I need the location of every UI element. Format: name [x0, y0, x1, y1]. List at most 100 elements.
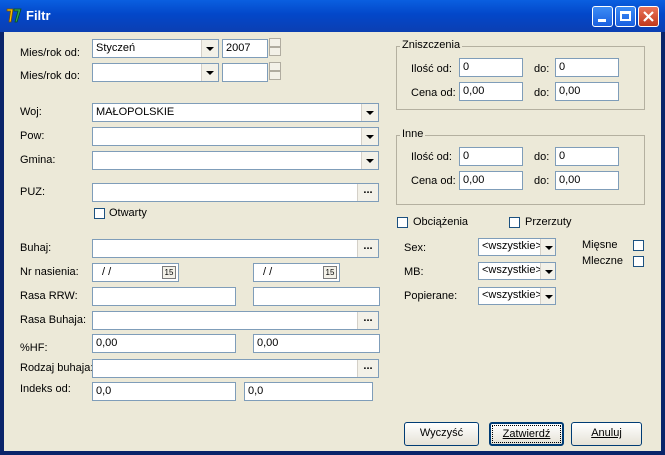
przerzuty-label: Przerzuty: [525, 216, 572, 228]
obciazenia-label: Obciążenia: [413, 216, 469, 228]
rasa-rrw-input-2[interactable]: [253, 287, 380, 306]
mleczne-label: Mleczne: [582, 255, 623, 267]
buhaj-browse-button[interactable]: ...: [357, 240, 378, 257]
miesne-checkbox[interactable]: [633, 240, 644, 251]
inne-ilosc-do-input[interactable]: 0: [555, 147, 619, 166]
maximize-button[interactable]: [615, 6, 636, 27]
puz-label: PUZ:: [20, 186, 46, 198]
zatwierdz-button[interactable]: Zatwierdź: [489, 422, 564, 446]
nr-nasienia-label: Nr nasienia:: [20, 266, 79, 278]
zniszczenia-ilosc-do-label: do:: [534, 63, 550, 75]
woj-value: MAŁOPOLSKIE: [96, 106, 175, 118]
otwarty-checkbox[interactable]: [94, 208, 105, 219]
buhaj-label: Buhaj:: [20, 242, 52, 254]
minimize-button[interactable]: [592, 6, 613, 27]
zniszczenia-cena-do-input[interactable]: 0,00: [555, 82, 619, 101]
nr-nasienia-date-from[interactable]: / / 15: [92, 263, 179, 282]
indeks-input-2[interactable]: 0,0: [244, 382, 373, 401]
chevron-down-icon[interactable]: [201, 64, 218, 81]
popierane-select[interactable]: <wszystkie>: [478, 287, 556, 305]
obciazenia-checkbox[interactable]: [397, 217, 408, 228]
indeks-label: Indeks od:: [20, 383, 71, 395]
rodzaj-buhaja-label: Rodzaj buhaja:: [20, 362, 94, 374]
chevron-down-icon[interactable]: [361, 152, 378, 169]
spin-up-icon[interactable]: [269, 62, 281, 71]
mies-do-year-input[interactable]: [222, 63, 268, 82]
puz-browse-button[interactable]: ...: [357, 184, 378, 201]
gmina-select[interactable]: [92, 151, 379, 170]
mb-value: <wszystkie>: [482, 264, 542, 276]
inne-cena-do-label: do:: [534, 175, 550, 187]
dialog-body: Mies/rok od: Styczeń 2007 Mies/rok do: W…: [4, 32, 661, 451]
wyczysc-button[interactable]: Wyczyść: [404, 422, 479, 446]
chevron-down-icon[interactable]: [201, 40, 218, 57]
zniszczenia-cena-do-label: do:: [534, 87, 550, 99]
rodzaj-buhaja-browse-button[interactable]: ...: [357, 360, 378, 377]
mb-select[interactable]: <wszystkie>: [478, 262, 556, 280]
nr-nasienia-date-to[interactable]: / / 15: [253, 263, 340, 282]
calendar-icon[interactable]: 15: [162, 266, 176, 279]
przerzuty-checkbox[interactable]: [509, 217, 520, 228]
hf-input-2[interactable]: 0,00: [253, 334, 380, 353]
mies-od-label: Mies/rok od:: [20, 47, 80, 59]
rasa-rrw-input-1[interactable]: [92, 287, 236, 306]
chevron-down-icon[interactable]: [540, 263, 555, 279]
rasa-buhaja-browse-button[interactable]: ...: [357, 312, 378, 329]
zniszczenia-ilosc-do-input[interactable]: 0: [555, 58, 619, 77]
zniszczenia-title: Zniszczenia: [400, 39, 463, 51]
mies-do-year-spinner[interactable]: [269, 62, 281, 81]
title-bar[interactable]: Filtr: [0, 0, 665, 32]
otwarty-label: Otwarty: [109, 207, 147, 219]
inne-cena-od-input[interactable]: 0,00: [459, 171, 523, 190]
anuluj-button[interactable]: Anuluj: [571, 422, 642, 446]
rodzaj-buhaja-input[interactable]: ...: [92, 359, 379, 378]
hf-input-1[interactable]: 0,00: [92, 334, 236, 353]
anuluj-label: Anuluj: [591, 427, 622, 439]
inne-title: Inne: [400, 128, 426, 140]
rasa-buhaja-input[interactable]: ...: [92, 311, 379, 330]
zniszczenia-cena-od-input[interactable]: 0,00: [459, 82, 523, 101]
date-to-value: / /: [263, 266, 273, 278]
calendar-icon[interactable]: 15: [323, 266, 337, 279]
rasa-buhaja-label: Rasa Buhaja:: [20, 314, 87, 326]
puz-input[interactable]: ...: [92, 183, 379, 202]
close-icon: [643, 11, 654, 22]
chevron-down-icon[interactable]: [361, 104, 378, 121]
close-button[interactable]: [638, 6, 659, 27]
mies-do-label: Mies/rok do:: [20, 70, 80, 82]
gmina-label: Gmina:: [20, 154, 56, 166]
mies-od-year-input[interactable]: 2007: [222, 39, 268, 58]
mies-od-month-select[interactable]: Styczeń: [92, 39, 219, 58]
rasa-rrw-label: Rasa RRW:: [20, 290, 78, 302]
chevron-down-icon[interactable]: [540, 288, 555, 304]
inne-group: [396, 135, 645, 205]
minimize-icon: [598, 19, 606, 22]
mies-od-month-value: Styczeń: [96, 42, 136, 54]
indeks-input-1[interactable]: 0,0: [92, 382, 236, 401]
pow-select[interactable]: [92, 127, 379, 146]
popierane-value: <wszystkie>: [482, 289, 542, 301]
inne-cena-do-input[interactable]: 0,00: [555, 171, 619, 190]
chevron-down-icon[interactable]: [540, 239, 555, 255]
chevron-down-icon[interactable]: [361, 128, 378, 145]
inne-ilosc-od-input[interactable]: 0: [459, 147, 523, 166]
woj-select[interactable]: MAŁOPOLSKIE: [92, 103, 379, 122]
spin-up-icon[interactable]: [269, 38, 281, 47]
popierane-label: Popierane:: [404, 290, 458, 302]
mleczne-checkbox[interactable]: [633, 256, 644, 267]
mb-label: MB:: [404, 266, 424, 278]
inne-cena-label: Cena od:: [411, 175, 456, 187]
sex-label: Sex:: [404, 242, 427, 254]
zatwierdz-label: Zatwierdź: [502, 428, 551, 440]
sex-value: <wszystkie>: [482, 240, 542, 252]
buhaj-input[interactable]: ...: [92, 239, 379, 258]
inne-ilosc-do-label: do:: [534, 151, 550, 163]
mies-do-month-select[interactable]: [92, 63, 219, 82]
sex-select[interactable]: <wszystkie>: [478, 238, 556, 256]
spin-down-icon[interactable]: [269, 47, 281, 56]
pow-label: Pow:: [20, 130, 45, 142]
mies-od-year-spinner[interactable]: [269, 38, 281, 57]
spin-down-icon[interactable]: [269, 71, 281, 80]
app-logo-icon: [6, 8, 22, 23]
zniszczenia-ilosc-od-input[interactable]: 0: [459, 58, 523, 77]
